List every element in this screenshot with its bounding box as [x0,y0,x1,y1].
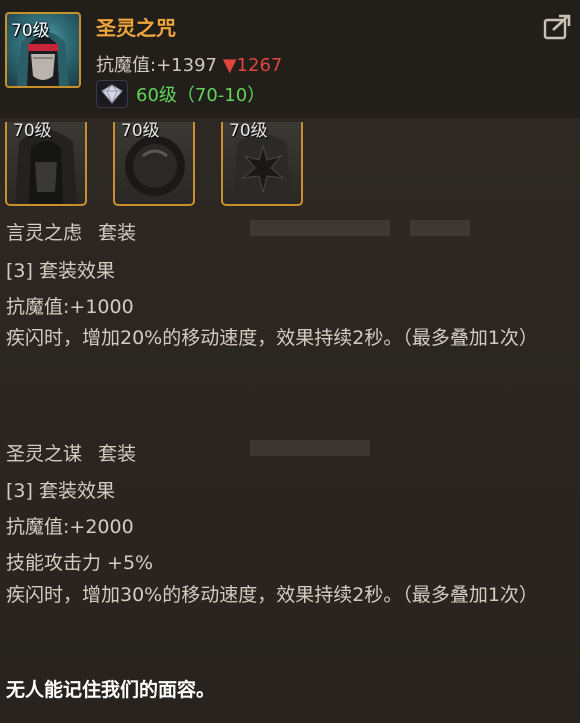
set-piece-level: 70级 [229,122,268,141]
stat-down-arrow-icon: ▼ [222,55,237,76]
item-tooltip-panel: 70级 圣灵之咒 抗魔值:+1397 ▼1267 60级（70-10） 70级 … [0,0,580,723]
gem-line: 60级（70-10） [96,80,265,108]
set1-stat: 抗魔值:+1000 [6,296,134,318]
gem-shape [101,84,123,104]
set2-name: 圣灵之谋 [6,443,83,465]
stat-label: 抗魔值: [96,55,157,76]
flavor-text: 无人能记住我们的面容。 [6,679,216,701]
set2-effect-header: [3] 套装效果 [6,480,115,502]
set2-title: 圣灵之谋 套装 [6,439,136,466]
set1-title: 言灵之虑 套装 [6,218,136,245]
set2-stat-2: 技能攻击力 +5% [6,552,154,574]
set-piece-2[interactable]: 70级 [113,122,195,206]
set-piece-3[interactable]: 70级 [221,122,303,206]
set1-effect-header: [3] 套装效果 [6,260,115,282]
tooltip-header: 70级 圣灵之咒 抗魔值:+1397 ▼1267 60级（70-10） [0,0,580,118]
set-piece-level: 70级 [13,122,52,141]
set1-description: 疾闪时，增加20%的移动速度，效果持续2秒。（最多叠加1次） [6,327,538,349]
set1-tag: 套装 [98,222,137,244]
item-level-badge: 70级 [11,21,50,41]
gem-icon[interactable] [96,80,128,108]
set2-description: 疾闪时，增加30%的移动速度，效果持续2秒。（最多叠加1次） [6,584,538,606]
stat-value: +1397 [156,55,217,76]
set-pieces-row: 70级 70级 70级 [5,122,325,208]
set-piece-1[interactable]: 70级 [5,122,87,206]
share-icon[interactable] [543,14,571,40]
set-piece-level: 70级 [121,122,160,141]
gem-level-text: 60级（70-10） [136,85,266,106]
item-stat-line: 抗魔值:+1397 ▼1267 [96,51,282,77]
set2-stat: 抗魔值:+2000 [6,516,134,538]
set1-name: 言灵之虑 [6,222,83,244]
item-name: 圣灵之咒 [96,16,176,40]
item-icon-frame[interactable]: 70级 [5,12,81,88]
stat-down-value: 1267 [236,55,283,76]
set2-tag: 套装 [98,443,137,465]
